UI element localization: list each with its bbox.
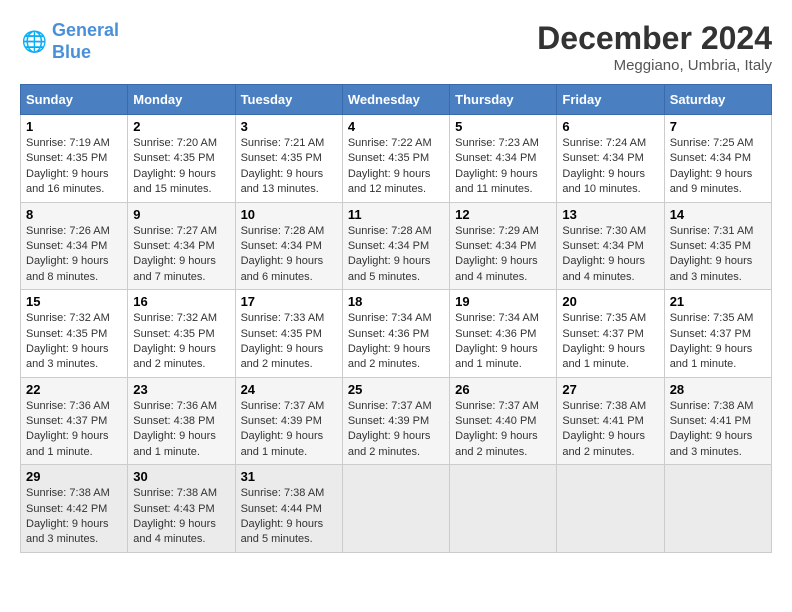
table-row: 23 Sunrise: 7:36 AM Sunset: 4:38 PM Dayl…: [128, 377, 235, 465]
table-row: 18 Sunrise: 7:34 AM Sunset: 4:36 PM Dayl…: [342, 290, 449, 378]
logo: 🌐 General Blue: [20, 20, 119, 63]
svg-text:🌐: 🌐: [22, 29, 48, 53]
col-wednesday: Wednesday: [342, 85, 449, 115]
col-sunday: Sunday: [21, 85, 128, 115]
location-subtitle: Meggiano, Umbria, Italy: [537, 57, 772, 74]
title-block: December 2024 Meggiano, Umbria, Italy: [537, 20, 772, 74]
table-row: 5 Sunrise: 7:23 AM Sunset: 4:34 PM Dayli…: [450, 115, 557, 203]
calendar-header-row: Sunday Monday Tuesday Wednesday Thursday…: [21, 85, 772, 115]
table-row: 24 Sunrise: 7:37 AM Sunset: 4:39 PM Dayl…: [235, 377, 342, 465]
month-title: December 2024: [537, 20, 772, 57]
table-row: 26 Sunrise: 7:37 AM Sunset: 4:40 PM Dayl…: [450, 377, 557, 465]
table-row: 21 Sunrise: 7:35 AM Sunset: 4:37 PM Dayl…: [664, 290, 771, 378]
col-saturday: Saturday: [664, 85, 771, 115]
table-row: 10 Sunrise: 7:28 AM Sunset: 4:34 PM Dayl…: [235, 202, 342, 290]
table-row: 19 Sunrise: 7:34 AM Sunset: 4:36 PM Dayl…: [450, 290, 557, 378]
table-row: 6 Sunrise: 7:24 AM Sunset: 4:34 PM Dayli…: [557, 115, 664, 203]
table-row: 3 Sunrise: 7:21 AM Sunset: 4:35 PM Dayli…: [235, 115, 342, 203]
logo-text: General Blue: [52, 20, 119, 63]
table-row: 28 Sunrise: 7:38 AM Sunset: 4:41 PM Dayl…: [664, 377, 771, 465]
table-row: 7 Sunrise: 7:25 AM Sunset: 4:34 PM Dayli…: [664, 115, 771, 203]
table-row: 12 Sunrise: 7:29 AM Sunset: 4:34 PM Dayl…: [450, 202, 557, 290]
table-row: 20 Sunrise: 7:35 AM Sunset: 4:37 PM Dayl…: [557, 290, 664, 378]
table-row: 9 Sunrise: 7:27 AM Sunset: 4:34 PM Dayli…: [128, 202, 235, 290]
table-row: 27 Sunrise: 7:38 AM Sunset: 4:41 PM Dayl…: [557, 377, 664, 465]
table-row: [557, 465, 664, 553]
table-row: 2 Sunrise: 7:20 AM Sunset: 4:35 PM Dayli…: [128, 115, 235, 203]
table-row: 16 Sunrise: 7:32 AM Sunset: 4:35 PM Dayl…: [128, 290, 235, 378]
table-row: 17 Sunrise: 7:33 AM Sunset: 4:35 PM Dayl…: [235, 290, 342, 378]
table-row: [664, 465, 771, 553]
col-monday: Monday: [128, 85, 235, 115]
col-thursday: Thursday: [450, 85, 557, 115]
table-row: 22 Sunrise: 7:36 AM Sunset: 4:37 PM Dayl…: [21, 377, 128, 465]
col-tuesday: Tuesday: [235, 85, 342, 115]
table-row: 11 Sunrise: 7:28 AM Sunset: 4:34 PM Dayl…: [342, 202, 449, 290]
table-row: 30 Sunrise: 7:38 AM Sunset: 4:43 PM Dayl…: [128, 465, 235, 553]
table-row: 25 Sunrise: 7:37 AM Sunset: 4:39 PM Dayl…: [342, 377, 449, 465]
calendar-table: Sunday Monday Tuesday Wednesday Thursday…: [20, 84, 772, 553]
table-row: 13 Sunrise: 7:30 AM Sunset: 4:34 PM Dayl…: [557, 202, 664, 290]
table-row: 29 Sunrise: 7:38 AM Sunset: 4:42 PM Dayl…: [21, 465, 128, 553]
table-row: 8 Sunrise: 7:26 AM Sunset: 4:34 PM Dayli…: [21, 202, 128, 290]
col-friday: Friday: [557, 85, 664, 115]
table-row: [342, 465, 449, 553]
page-header: 🌐 General Blue December 2024 Meggiano, U…: [20, 20, 772, 74]
table-row: 31 Sunrise: 7:38 AM Sunset: 4:44 PM Dayl…: [235, 465, 342, 553]
table-row: 1 Sunrise: 7:19 AM Sunset: 4:35 PM Dayli…: [21, 115, 128, 203]
table-row: [450, 465, 557, 553]
table-row: 4 Sunrise: 7:22 AM Sunset: 4:35 PM Dayli…: [342, 115, 449, 203]
table-row: 14 Sunrise: 7:31 AM Sunset: 4:35 PM Dayl…: [664, 202, 771, 290]
table-row: 15 Sunrise: 7:32 AM Sunset: 4:35 PM Dayl…: [21, 290, 128, 378]
logo-icon: 🌐: [20, 28, 48, 56]
